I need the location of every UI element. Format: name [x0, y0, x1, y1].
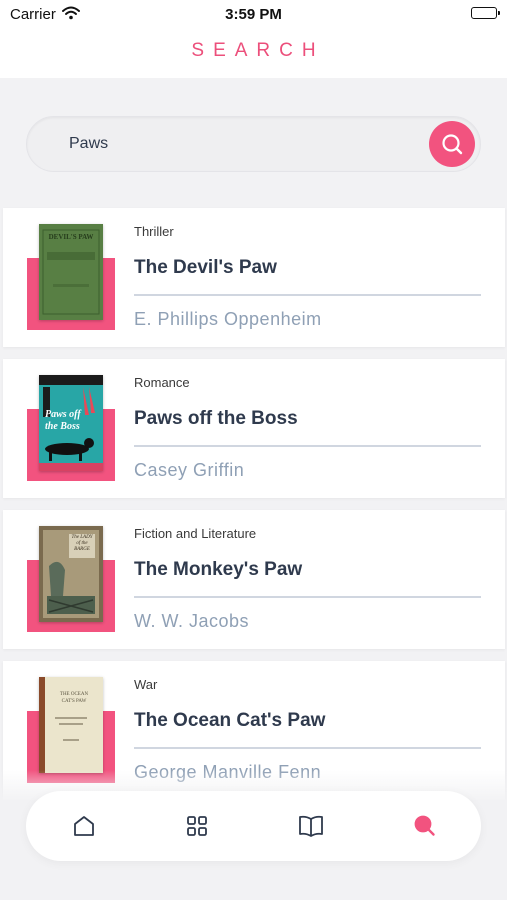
search-bar: [26, 116, 481, 172]
book-author: Casey Griffin: [134, 460, 245, 480]
home-icon: [74, 816, 94, 836]
nav-home[interactable]: [66, 808, 102, 844]
book-title: The Monkey's Paw: [134, 559, 303, 580]
book-card-paws-off-the-boss[interactable]: Paws off the Boss Romance Paws off the B…: [3, 359, 505, 498]
book-card-devils-paw[interactable]: DEVIL'S PAW Thriller The Devil's Paw E. …: [3, 208, 505, 347]
search-input[interactable]: [69, 131, 399, 157]
status-bar: Carrier 3:59 PM: [0, 0, 507, 30]
divider: [134, 294, 481, 296]
book-cover: Paws off the Boss: [39, 375, 103, 471]
cover-text: THE OCEAN CAT'S PAW: [59, 692, 89, 704]
search-icon: [442, 134, 463, 155]
search-button[interactable]: [429, 121, 475, 167]
book-title: The Ocean Cat's Paw: [134, 710, 326, 731]
nav-categories[interactable]: [179, 808, 215, 844]
book-author: E. Phillips Oppenheim: [134, 309, 322, 329]
book-genre: Thriller: [134, 224, 174, 239]
page-title: SEARCH: [191, 40, 325, 61]
book-icon: [299, 815, 323, 837]
book-cover: The LADY of the BARGE: [39, 526, 103, 622]
book-genre: War: [134, 677, 158, 692]
book-title: The Devil's Paw: [134, 257, 277, 278]
divider: [134, 445, 481, 447]
book-title: Paws off the Boss: [134, 408, 298, 429]
cover-text: The LADY of the BARGE: [71, 535, 93, 552]
cover-text: Paws off the Boss: [45, 409, 81, 432]
bottom-nav: [26, 791, 481, 861]
nav-search[interactable]: [407, 808, 443, 844]
book-cover: THE OCEAN CAT'S PAW: [39, 677, 103, 773]
book-cover: DEVIL'S PAW: [39, 224, 103, 320]
header: SEARCH: [0, 30, 507, 78]
search-icon: [414, 815, 435, 836]
status-time: 3:59 PM: [225, 6, 282, 23]
nav-library[interactable]: [293, 808, 329, 844]
book-card-monkeys-paw[interactable]: The LADY of the BARGE Fiction and Litera…: [3, 510, 505, 649]
divider: [134, 747, 481, 749]
battery-icon: [471, 7, 500, 19]
divider: [134, 596, 481, 598]
book-genre: Fiction and Literature: [134, 526, 257, 541]
cover-text: DEVIL'S PAW: [48, 233, 94, 241]
book-genre: Romance: [134, 375, 190, 390]
book-author: W. W. Jacobs: [134, 611, 250, 631]
grid-icon: [187, 816, 207, 836]
